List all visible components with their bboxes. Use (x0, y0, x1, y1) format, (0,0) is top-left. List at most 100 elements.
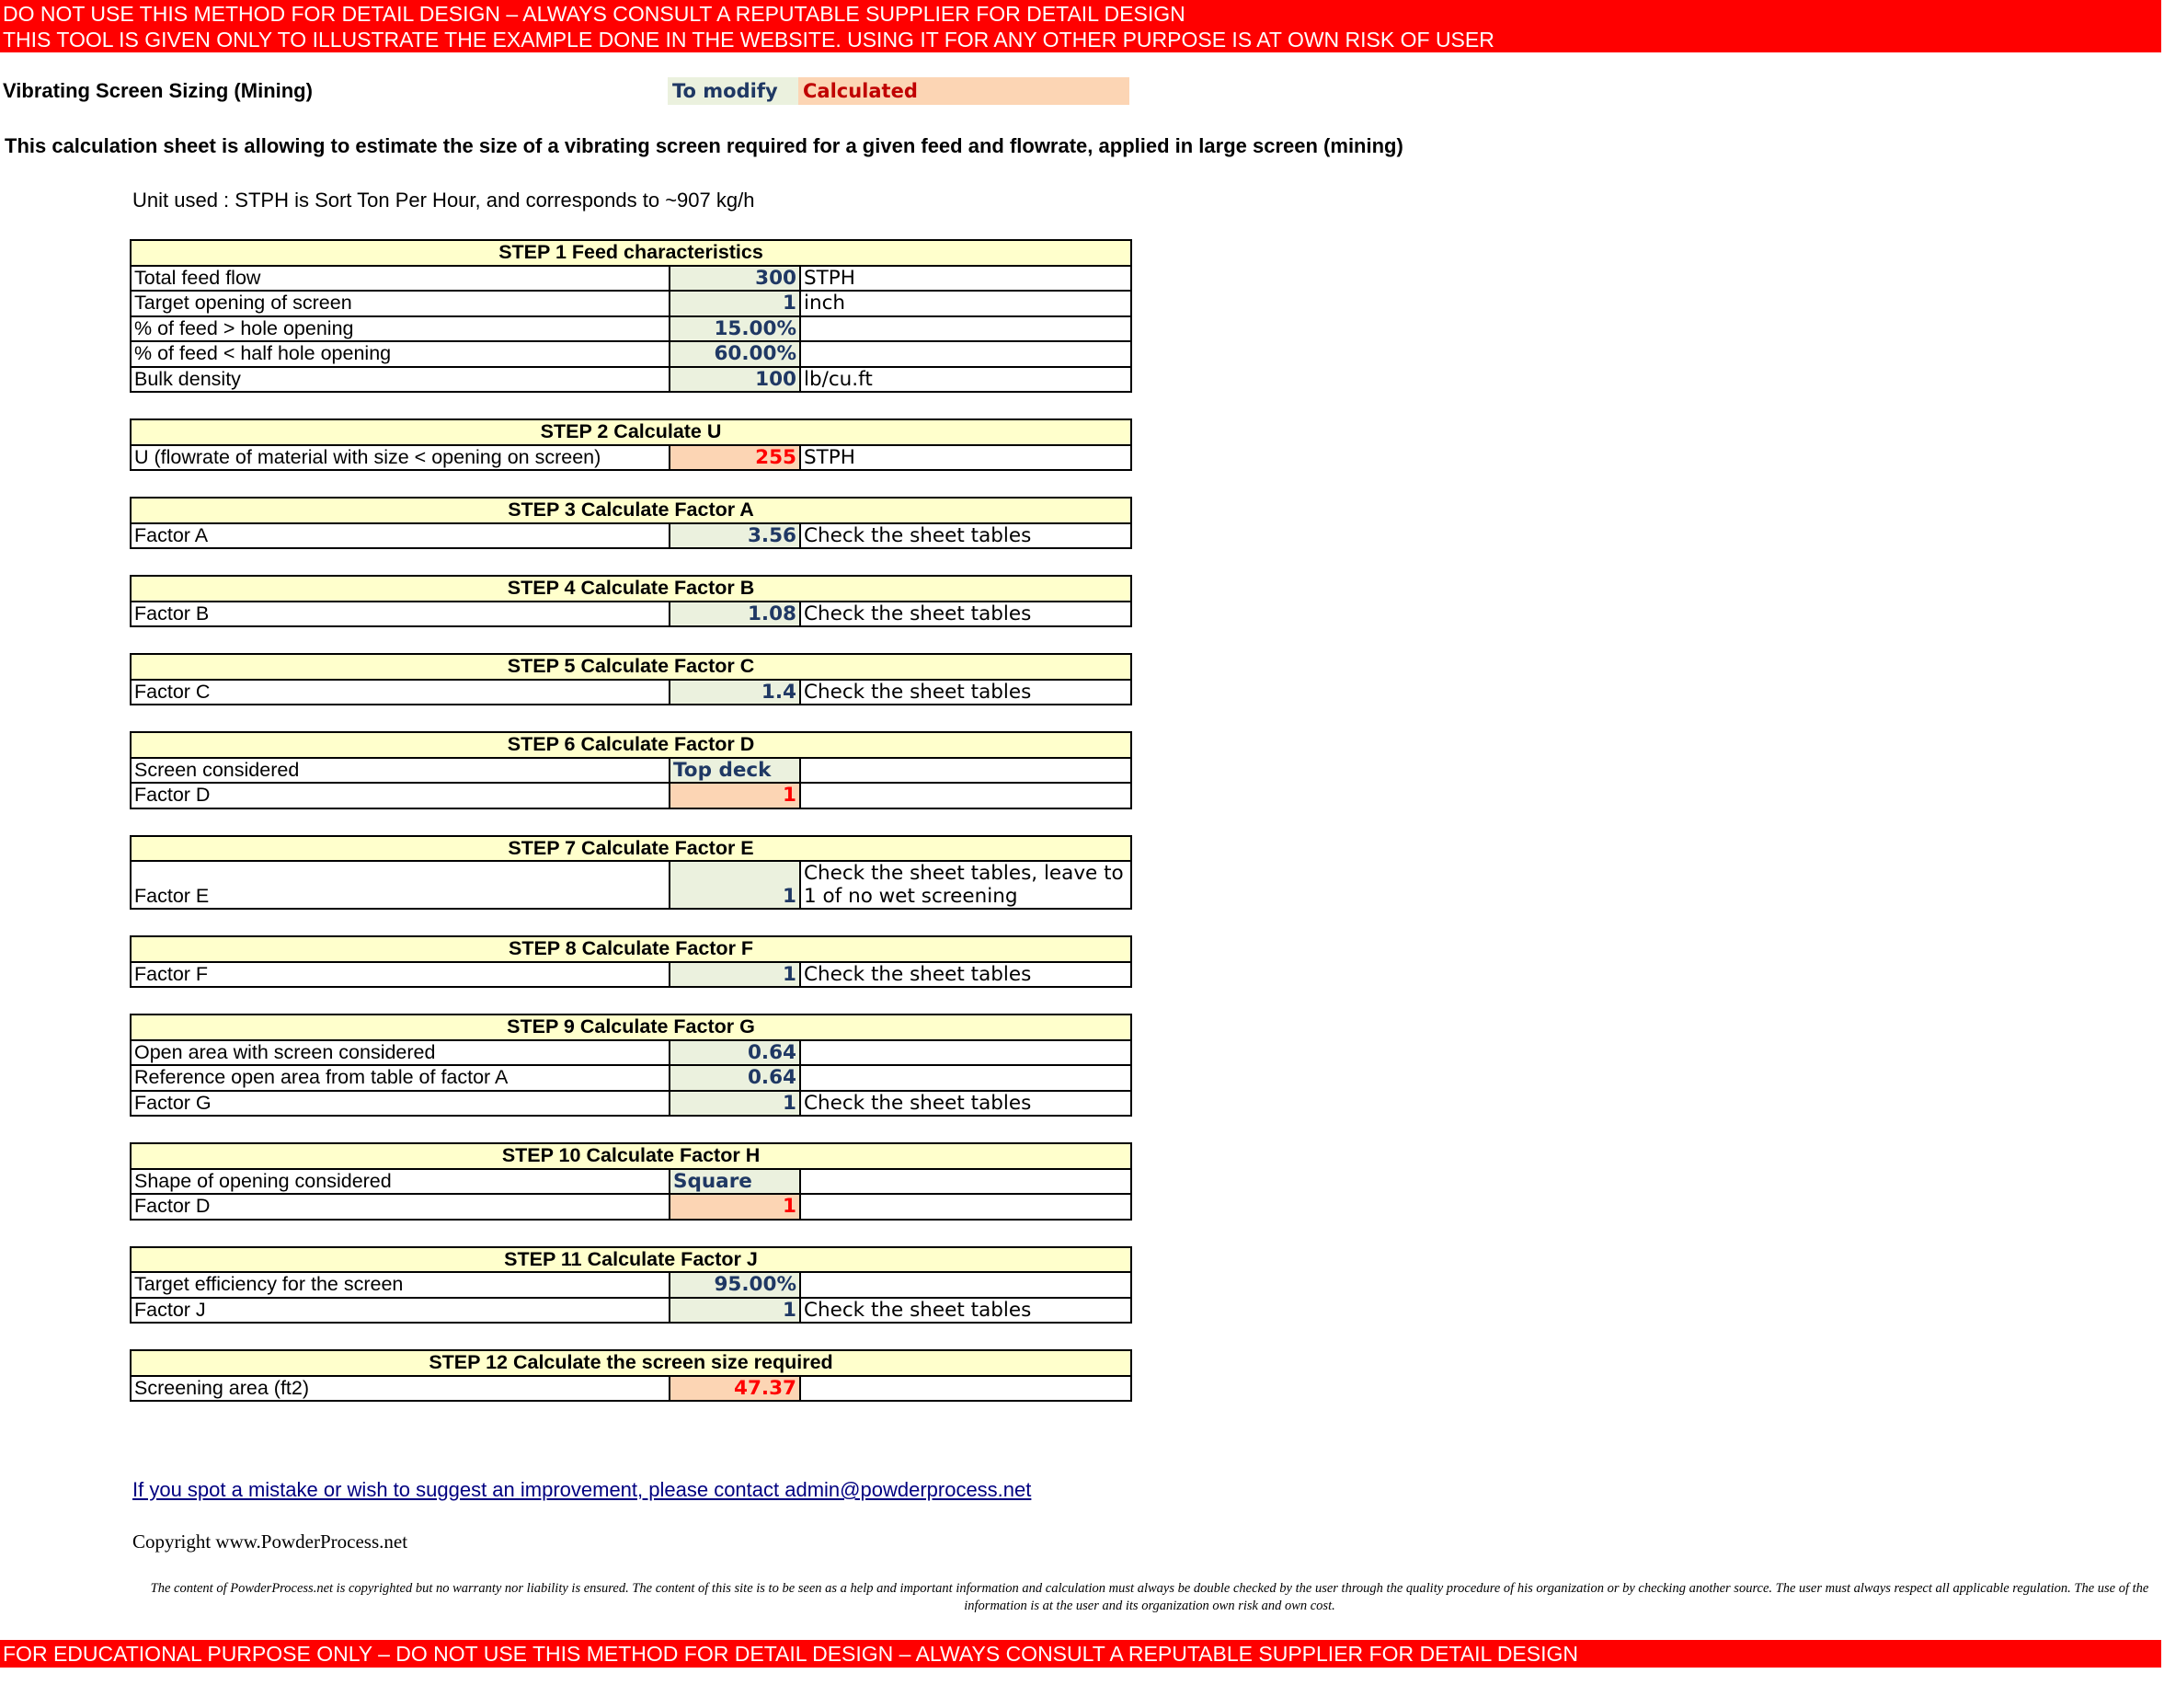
step-12-title: STEP 12 Calculate the screen size requir… (129, 1349, 1133, 1377)
step-2-title: STEP 2 Calculate U (129, 418, 1133, 446)
row-note: Check the sheet tables, leave to 1 of no… (798, 860, 1133, 910)
target-opening-input[interactable]: 1 (669, 290, 801, 317)
unit-note: Unit used : STPH is Sort Ton Per Hour, a… (132, 189, 755, 212)
row-note: Check the sheet tables (798, 960, 1133, 988)
table-row: Screening area (ft2) 47.37 (130, 1374, 1133, 1402)
step-9-title: STEP 9 Calculate Factor G (129, 1014, 1133, 1041)
row-label: Reference open area from table of factor… (130, 1064, 670, 1092)
row-label: Bulk density (130, 365, 670, 393)
step-1-table: STEP 1 Feed characteristics Total feed f… (129, 239, 1133, 393)
row-label: % of feed > hole opening (130, 315, 670, 342)
disclaimer-text: The content of PowderProcess.net is copy… (150, 1581, 2149, 1613)
row-label: Factor G (130, 1089, 670, 1117)
reference-open-area-input[interactable]: 0.64 (669, 1064, 801, 1092)
step-3-title: STEP 3 Calculate Factor A (129, 497, 1133, 524)
step-5-table: STEP 5 Calculate Factor C Factor C 1.4 C… (129, 653, 1133, 705)
table-row: U (flowrate of material with size < open… (130, 443, 1133, 471)
factor-d-result: 1 (669, 782, 801, 809)
row-unit (798, 1064, 1133, 1092)
row-label: Factor F (130, 960, 670, 988)
warning-line-2: THIS TOOL IS GIVEN ONLY TO ILLUSTRATE TH… (3, 28, 1494, 52)
row-label: Shape of opening considered (130, 1167, 670, 1195)
row-label: Factor J (130, 1296, 670, 1324)
row-unit (798, 1038, 1133, 1066)
row-note: Check the sheet tables (798, 1089, 1133, 1117)
bottom-warning-banner: FOR EDUCATIONAL PURPOSE ONLY – DO NOT US… (0, 1640, 2161, 1668)
screen-considered-select[interactable]: Top deck (669, 756, 801, 784)
table-row: Factor D 1 (130, 782, 1133, 809)
row-label: Screening area (ft2) (130, 1374, 670, 1402)
table-row: % of feed > hole opening 15.00% (130, 315, 1133, 342)
step-10-table: STEP 10 Calculate Factor H Shape of open… (129, 1142, 1133, 1221)
legend-to-modify: To modify (668, 77, 798, 105)
step-1-title: STEP 1 Feed characteristics (129, 239, 1133, 267)
factor-j-input[interactable]: 1 (669, 1296, 801, 1324)
row-unit (798, 782, 1133, 809)
row-label: U (flowrate of material with size < open… (130, 443, 670, 471)
factor-f-input[interactable]: 1 (669, 960, 801, 988)
factor-a-input[interactable]: 3.56 (669, 522, 801, 549)
factor-g-input[interactable]: 1 (669, 1089, 801, 1117)
row-note: Check the sheet tables (798, 600, 1133, 627)
row-label: Factor D (130, 782, 670, 809)
warning-line-1: DO NOT USE THIS METHOD FOR DETAIL DESIGN… (3, 2, 1185, 26)
row-note: Check the sheet tables (798, 678, 1133, 705)
table-row: Factor G 1 Check the sheet tables (130, 1089, 1133, 1117)
row-unit: lb/cu.ft (798, 365, 1133, 393)
row-label: Screen considered (130, 756, 670, 784)
total-feed-flow-input[interactable]: 300 (669, 264, 801, 292)
step-6-table: STEP 6 Calculate Factor D Screen conside… (129, 731, 1133, 809)
factor-c-input[interactable]: 1.4 (669, 678, 801, 705)
table-row: Screen considered Top deck (130, 756, 1133, 784)
row-label: % of feed < half hole opening (130, 340, 670, 368)
legend-calculated: Calculated (798, 77, 1129, 105)
factor-h-result: 1 (669, 1193, 801, 1221)
row-unit: STPH (798, 443, 1133, 471)
row-unit: inch (798, 290, 1133, 317)
factor-e-input[interactable]: 1 (669, 860, 801, 910)
row-unit (798, 1374, 1133, 1402)
step-10-title: STEP 10 Calculate Factor H (129, 1142, 1133, 1170)
step-11-title: STEP 11 Calculate Factor J (129, 1245, 1133, 1273)
row-label: Factor C (130, 678, 670, 705)
row-unit (798, 756, 1133, 784)
factor-b-input[interactable]: 1.08 (669, 600, 801, 627)
target-efficiency-input[interactable]: 95.00% (669, 1271, 801, 1299)
row-label: Open area with screen considered (130, 1038, 670, 1066)
table-row: Factor A 3.56 Check the sheet tables (130, 522, 1133, 549)
table-row: Factor F 1 Check the sheet tables (130, 960, 1133, 988)
table-row: Factor D 1 (130, 1193, 1133, 1221)
step-12-table: STEP 12 Calculate the screen size requir… (129, 1349, 1133, 1402)
table-row: Factor B 1.08 Check the sheet tables (130, 600, 1133, 627)
row-label: Factor B (130, 600, 670, 627)
table-row: Factor J 1 Check the sheet tables (130, 1296, 1133, 1324)
bulk-density-input[interactable]: 100 (669, 365, 801, 393)
oversize-percent-input[interactable]: 15.00% (669, 315, 801, 342)
step-4-table: STEP 4 Calculate Factor B Factor B 1.08 … (129, 575, 1133, 627)
table-row: Bulk density 100 lb/cu.ft (130, 365, 1133, 393)
calculation-tables: STEP 1 Feed characteristics Total feed f… (129, 239, 1133, 1427)
table-row: Shape of opening considered Square (130, 1167, 1133, 1195)
row-label: Factor E (130, 860, 670, 910)
row-label: Factor A (130, 522, 670, 549)
u-flowrate-result: 255 (669, 443, 801, 471)
step-3-table: STEP 3 Calculate Factor A Factor A 3.56 … (129, 497, 1133, 549)
row-label: Target efficiency for the screen (130, 1271, 670, 1299)
row-unit (798, 315, 1133, 342)
opening-shape-select[interactable]: Square (669, 1167, 801, 1195)
top-warning-banner: DO NOT USE THIS METHOD FOR DETAIL DESIGN… (0, 0, 2161, 52)
half-size-percent-input[interactable]: 60.00% (669, 340, 801, 368)
open-area-input[interactable]: 0.64 (669, 1038, 801, 1066)
table-row: Total feed flow 300 STPH (130, 264, 1133, 292)
row-note: Check the sheet tables (798, 522, 1133, 549)
row-label: Total feed flow (130, 264, 670, 292)
contact-link[interactable]: If you spot a mistake or wish to suggest… (132, 1478, 1031, 1502)
row-unit: STPH (798, 264, 1133, 292)
table-row: Target opening of screen 1 inch (130, 290, 1133, 317)
step-7-title: STEP 7 Calculate Factor E (129, 834, 1133, 862)
row-label: Factor D (130, 1193, 670, 1221)
row-unit (798, 1271, 1133, 1299)
row-unit (798, 1193, 1133, 1221)
step-5-title: STEP 5 Calculate Factor C (129, 653, 1133, 681)
step-7-table: STEP 7 Calculate Factor E Factor E 1 Che… (129, 834, 1133, 910)
